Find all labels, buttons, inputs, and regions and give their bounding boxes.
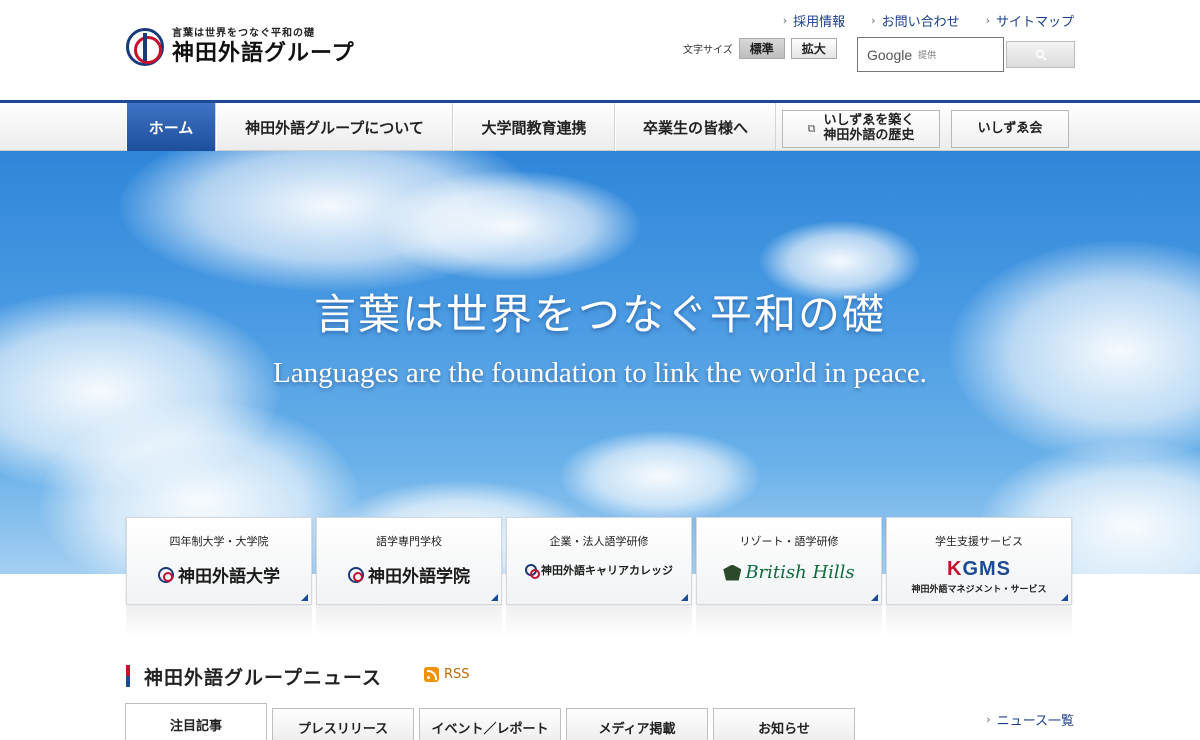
card-category: 学生支援サービス	[935, 535, 1023, 548]
card-logo: 神田外語大学	[127, 562, 311, 587]
card-career-college[interactable]: 企業・法人語学研修 神田外語キャリアカレッジ	[506, 517, 692, 605]
logo-name: 神田外語グループ	[172, 41, 355, 66]
chevron-right-icon: ›	[985, 14, 990, 27]
nav-item-university-collaboration[interactable]: 大学間教育連携	[453, 103, 615, 151]
kgms-logo: KGMS	[946, 558, 1011, 580]
rss-link[interactable]: RSS	[424, 667, 470, 682]
card-category: 四年制大学・大学院	[169, 535, 269, 548]
crest-icon	[723, 564, 742, 581]
news-section-title: 神田外語グループニュース	[126, 665, 382, 689]
card-category: 企業・法人語学研修	[549, 535, 649, 548]
card-british-hills[interactable]: リゾート・語学研修 British Hills	[696, 517, 882, 605]
card-gakuin[interactable]: 語学専門学校 神田外語学院	[316, 517, 502, 605]
chevron-right-icon: ›	[782, 14, 788, 27]
card-university[interactable]: 四年制大学・大学院 神田外語大学	[126, 517, 312, 605]
group-cards: 四年制大学・大学院 神田外語大学 語学専門学校 神田外語学院 企業・法人語学研修…	[126, 517, 1072, 605]
font-size-standard-button[interactable]: 標準	[738, 38, 785, 59]
search-brand: Google	[867, 46, 913, 63]
tab-events-reports[interactable]: イベント／レポート	[419, 708, 561, 740]
search-icon	[1035, 49, 1047, 61]
tab-featured[interactable]: 注目記事	[125, 703, 267, 740]
external-window-icon: ⧉	[807, 121, 816, 135]
search-button[interactable]	[1006, 41, 1075, 68]
kgms-subtitle: 神田外語マネジメント・サービス	[911, 585, 1047, 595]
font-size-large-button[interactable]: 拡大	[790, 38, 837, 59]
card-kgms[interactable]: 学生支援サービス KGMS 神田外語マネジメント・サービス	[886, 517, 1072, 605]
news-all-link[interactable]: › ニュース一覧	[986, 710, 1074, 729]
nav-history-button[interactable]: ⧉ いしずゑを築く 神田外語の歴史	[782, 110, 940, 148]
nav-ishizue-button[interactable]: いしずゑ会	[951, 110, 1069, 148]
chevron-right-icon: ›	[986, 713, 991, 726]
emblem-icon	[525, 564, 540, 579]
card-logo: 神田外語キャリアカレッジ	[507, 562, 691, 579]
card-logo: British Hills	[697, 562, 881, 583]
card-category: 語学専門学校	[376, 535, 442, 548]
chevron-right-icon: ›	[871, 14, 876, 27]
search-provided-label: 提供	[918, 51, 937, 61]
corner-arrow-icon	[681, 594, 688, 601]
nav-item-home[interactable]: ホーム	[126, 103, 216, 151]
corner-arrow-icon	[301, 594, 308, 601]
card-logo: KGMS 神田外語マネジメント・サービス	[887, 558, 1071, 595]
tab-media[interactable]: メディア掲載	[566, 708, 708, 740]
site-header: 言葉は世界をつなぐ平和の礎 神田外語グループ › 採用情報 › お問い合わせ › サイ…	[0, 0, 1200, 100]
corner-arrow-icon	[871, 594, 878, 601]
card-logo: 神田外語学院	[317, 562, 501, 587]
font-size-switcher: 文字サイズ 標準 拡大	[683, 38, 837, 59]
emblem-icon	[158, 566, 174, 583]
nav-item-about[interactable]: 神田外語グループについて	[216, 103, 453, 151]
emblem-icon	[348, 566, 364, 583]
search-input[interactable]: Google 提供	[857, 37, 1004, 72]
util-link-recruit[interactable]: › 採用情報	[783, 11, 845, 30]
logo-emblem-icon	[126, 28, 164, 66]
site-logo[interactable]: 言葉は世界をつなぐ平和の礎 神田外語グループ	[126, 24, 366, 70]
nav-item-alumni[interactable]: 卒業生の皆様へ	[615, 103, 776, 151]
cards-reflection	[126, 607, 1072, 637]
tab-press-release[interactable]: プレスリリース	[272, 708, 414, 740]
utility-links: › 採用情報 › お問い合わせ › サイトマップ	[783, 11, 1074, 30]
hero-banner: 言葉は世界をつなぐ平和の礎 Languages are the foundati…	[0, 151, 1200, 574]
hero-title-en: Languages are the foundation to link the…	[273, 357, 927, 389]
font-size-label: 文字サイズ	[683, 45, 733, 56]
tab-notices[interactable]: お知らせ	[713, 708, 855, 740]
hero-title-jp: 言葉は世界をつなぐ平和の礎	[313, 290, 886, 339]
card-category: リゾート・語学研修	[739, 535, 839, 548]
util-link-sitemap[interactable]: › サイトマップ	[986, 11, 1074, 30]
news-tabs: 注目記事 プレスリリース イベント／レポート メディア掲載 お知らせ	[125, 703, 855, 740]
main-nav: ホーム 神田外語グループについて 大学間教育連携 卒業生の皆様へ ⧉ いしずゑを…	[0, 100, 1200, 151]
util-link-contact[interactable]: › お問い合わせ	[871, 11, 959, 30]
corner-arrow-icon	[1061, 594, 1068, 601]
rss-icon	[424, 667, 439, 682]
corner-arrow-icon	[491, 594, 498, 601]
logo-tagline: 言葉は世界をつなぐ平和の礎	[172, 28, 315, 39]
